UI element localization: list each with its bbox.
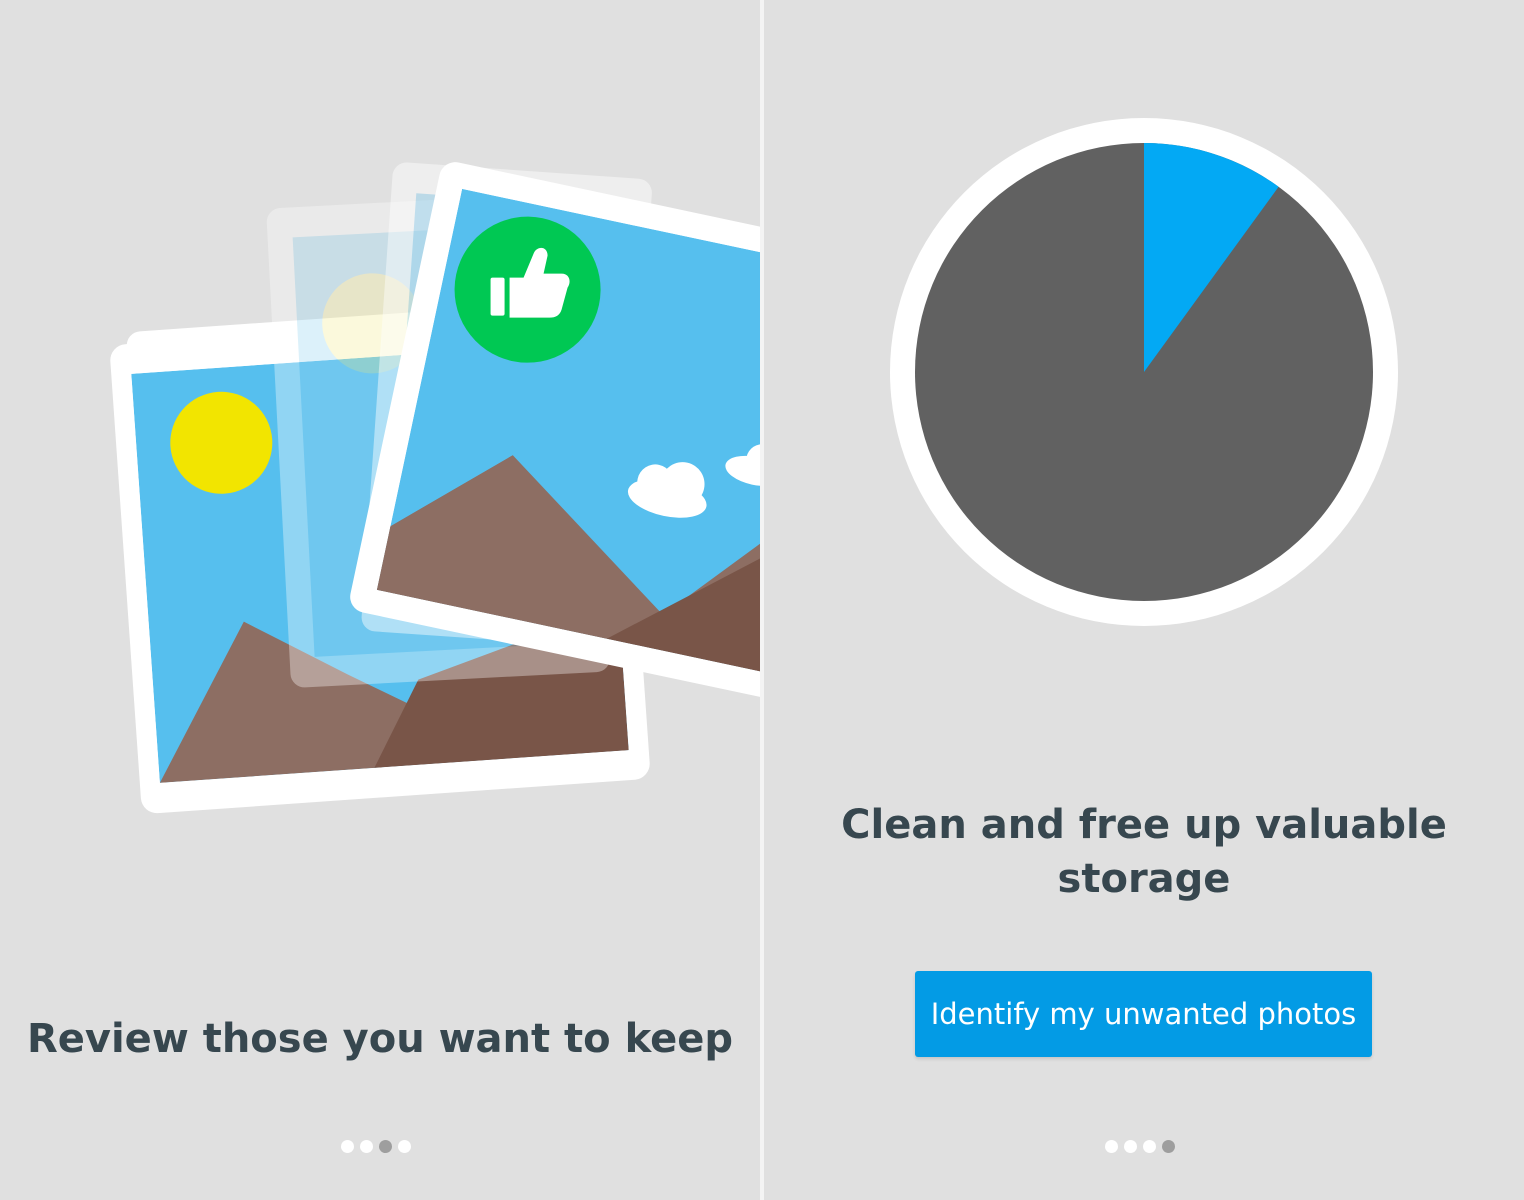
page-dot[interactable]	[1143, 1140, 1156, 1153]
page-dot[interactable]	[360, 1140, 373, 1153]
page-dot[interactable]	[398, 1140, 411, 1153]
page-title: Clean and free up valuable storage	[841, 802, 1447, 902]
onboarding-screen-review: Review those you want to keep	[0, 0, 760, 1200]
onboarding-screen-clean: Clean and free up valuable storage Ident…	[764, 0, 1524, 1200]
page-title: Review those you want to keep	[26, 1016, 734, 1062]
page-dot[interactable]	[1124, 1140, 1137, 1153]
pie-chart-icon	[890, 118, 1398, 626]
page-dot-active[interactable]	[379, 1140, 392, 1153]
page-dot[interactable]	[341, 1140, 354, 1153]
page-indicator	[341, 1140, 411, 1153]
photo-stack-icon	[110, 162, 760, 814]
page-indicator	[1105, 1140, 1175, 1153]
page-dot-active[interactable]	[1162, 1140, 1175, 1153]
page-dot[interactable]	[1105, 1140, 1118, 1153]
identify-photos-button[interactable]: Identify my unwanted photos	[915, 971, 1372, 1057]
